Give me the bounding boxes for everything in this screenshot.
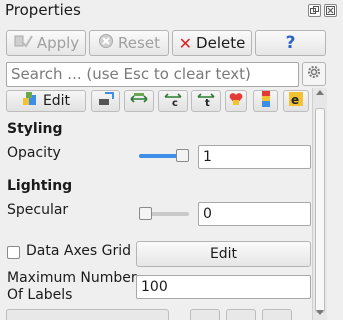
- rescale-range-icon: [129, 91, 149, 111]
- rescale-temporal-icon: t: [196, 91, 216, 111]
- next-row-partial-tool-3[interactable]: [262, 309, 292, 320]
- delete-button[interactable]: ✕ Delete: [172, 30, 252, 56]
- max-labels-label-line1: Maximum Number: [7, 270, 137, 286]
- svg-text:c: c: [172, 98, 178, 107]
- scroll-up-arrow-icon[interactable]: [316, 90, 324, 95]
- apply-icon: [13, 32, 33, 54]
- specular-slider-handle[interactable]: [139, 207, 152, 220]
- specular-slider[interactable]: [139, 207, 189, 220]
- data-axes-grid-edit-label: Edit: [209, 246, 238, 262]
- max-labels-field[interactable]: 100: [136, 275, 311, 299]
- data-axes-grid-label: Data Axes Grid: [26, 243, 132, 259]
- opacity-slider-handle[interactable]: [176, 149, 189, 162]
- toolbar-button-1[interactable]: [91, 90, 120, 112]
- styling-heading: Styling: [7, 121, 63, 137]
- specular-field[interactable]: 0: [198, 202, 311, 226]
- reset-icon: [98, 33, 114, 53]
- toolbar-button-2[interactable]: [124, 90, 154, 112]
- delete-label: Delete: [196, 34, 246, 52]
- reset-button[interactable]: Reset: [89, 30, 169, 56]
- data-axes-grid-checkbox[interactable]: [7, 246, 20, 259]
- search-input[interactable]: Search ... (use Esc to clear text): [6, 62, 299, 87]
- delete-x-icon: ✕: [178, 33, 193, 53]
- close-panel-icon[interactable]: [324, 4, 337, 17]
- next-row-partial-tool-1[interactable]: [190, 309, 220, 320]
- rescale-data-icon: [97, 91, 115, 111]
- data-axes-grid-edit-button[interactable]: Edit: [136, 241, 311, 267]
- color-legend-icon: [261, 90, 271, 112]
- panel-title: Properties: [5, 1, 81, 19]
- edit-color-map-button[interactable]: Edit: [6, 90, 86, 112]
- svg-text:t: t: [205, 98, 210, 107]
- float-panel-icon[interactable]: [308, 4, 321, 17]
- toolbar-button-3[interactable]: c: [158, 90, 188, 112]
- next-row-partial-button[interactable]: [6, 309, 169, 320]
- lighting-heading: Lighting: [7, 178, 73, 194]
- scrollbar-thumb[interactable]: [315, 108, 325, 313]
- reset-label: Reset: [118, 34, 160, 52]
- vertical-scrollbar[interactable]: [312, 88, 327, 320]
- rescale-custom-icon: c: [163, 91, 183, 111]
- edit-color-legend-icon: e: [288, 91, 304, 111]
- color-edit-icon: [22, 91, 40, 111]
- toolbar-button-5[interactable]: [225, 90, 247, 112]
- apply-button[interactable]: Apply: [6, 30, 86, 56]
- scroll-down-arrow-icon[interactable]: [316, 310, 324, 315]
- max-labels-label-line2: Of Labels: [7, 287, 73, 303]
- max-labels-label: Maximum Number Of Labels: [7, 270, 137, 304]
- help-icon: ?: [285, 33, 296, 53]
- gear-icon: [306, 64, 322, 84]
- advanced-properties-button[interactable]: [302, 62, 326, 86]
- apply-label: Apply: [36, 34, 80, 52]
- favorites-icon: [228, 91, 244, 111]
- next-row-partial-tool-2[interactable]: [226, 309, 256, 320]
- specular-label: Specular: [7, 202, 69, 218]
- opacity-field[interactable]: 1: [198, 145, 311, 169]
- svg-text:e: e: [291, 93, 299, 107]
- toolbar-button-6[interactable]: [253, 90, 278, 112]
- toolbar-button-7[interactable]: e: [283, 90, 309, 112]
- opacity-slider[interactable]: [139, 149, 189, 162]
- help-button[interactable]: ?: [255, 30, 326, 56]
- properties-scroll-area: Edit c t e Styling Opacity 1 Lighting Sp…: [0, 88, 312, 320]
- toolbar-button-4[interactable]: t: [191, 90, 221, 112]
- edit-label: Edit: [42, 93, 71, 109]
- opacity-label: Opacity: [7, 145, 61, 161]
